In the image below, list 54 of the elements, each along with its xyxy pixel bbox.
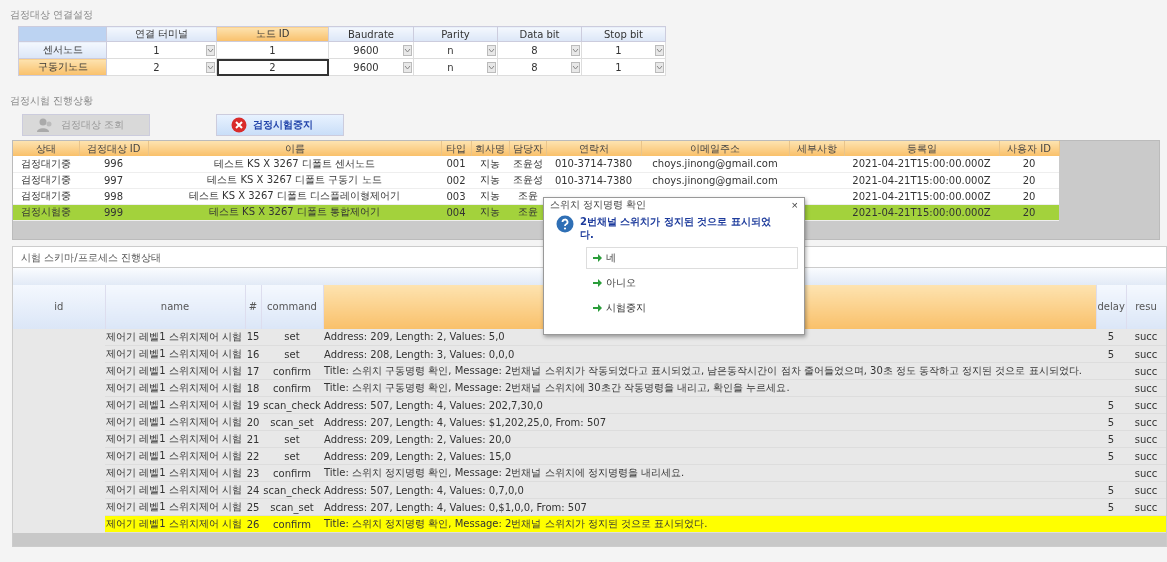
section-title: 검정시험 진행상황 xyxy=(9,94,95,108)
column-header: 타입 xyxy=(441,141,471,156)
column-header[interactable]: 노드 ID xyxy=(216,26,329,42)
column-header: 검정대상 ID xyxy=(79,141,148,156)
column-header: 등록일 xyxy=(844,141,999,156)
column-header: 세부사항 xyxy=(789,141,844,156)
table-cell: choys.jinong@gmail.com xyxy=(641,156,789,172)
column-header: id xyxy=(13,284,105,329)
caret-icon xyxy=(572,64,579,70)
caret-icon xyxy=(656,47,663,53)
column-header[interactable]: Parity xyxy=(413,26,498,42)
question-icon xyxy=(556,215,574,233)
column-header: 상태 xyxy=(13,141,79,156)
close-button[interactable]: × xyxy=(791,199,798,211)
table-cell: 조윤성 xyxy=(509,156,546,172)
column-header: 사용자 ID xyxy=(999,141,1059,156)
column-header[interactable]: Baudrate xyxy=(328,26,414,42)
table-cell: 검정대기중 xyxy=(13,156,79,172)
column-header: command xyxy=(261,284,323,329)
dialog-message: 2번채널 스위치가 정지된 것으로 표시되었다. xyxy=(580,215,772,241)
caret-icon xyxy=(404,64,411,70)
arrow-icon xyxy=(593,279,602,287)
table-cell: 001 xyxy=(441,156,471,172)
caret-icon xyxy=(572,47,579,53)
caret-icon xyxy=(207,47,214,53)
table-cell: 지농 xyxy=(471,156,509,172)
column-header[interactable]: Stop bit xyxy=(581,26,666,42)
table-cell: 2021-04-21T15:00:00.000Z xyxy=(844,156,999,172)
column-header: 이름 xyxy=(148,141,441,156)
column-header[interactable]: Data bit xyxy=(497,26,582,42)
table-cell: 010-3714-7380 xyxy=(546,156,641,172)
option-button[interactable]: 네 xyxy=(586,247,798,269)
column-header: 담당자 xyxy=(509,141,546,156)
column-header: 연락처 xyxy=(546,141,641,156)
table-cell: 테스트 KS X 3267 디폴트 센서노드 xyxy=(148,156,441,172)
section-title: 검정대상 연결설정 xyxy=(9,8,95,22)
arrow-icon xyxy=(593,304,602,312)
table-cell: 20 xyxy=(999,156,1059,172)
column-header: 회사명 xyxy=(471,141,509,156)
column-header[interactable]: 연결 터미널 xyxy=(106,26,217,42)
table-cell: 996 xyxy=(79,156,148,172)
close-icon xyxy=(231,117,247,133)
caret-icon xyxy=(404,47,411,53)
column-header: resu xyxy=(1126,284,1166,329)
column-header: 이메일주소 xyxy=(641,141,789,156)
column-header: name xyxy=(105,284,245,329)
section-title: 시험 스키마/프로세스 진행상태 xyxy=(20,250,162,265)
caret-icon xyxy=(488,47,495,53)
caret-icon xyxy=(488,64,495,70)
arrow-icon xyxy=(593,254,602,262)
dialog-title: 스위치 정지명령 확인 xyxy=(550,198,647,212)
caret-icon xyxy=(207,64,214,70)
caret-icon xyxy=(656,64,663,70)
stop-button[interactable]: 검정시험중지 xyxy=(216,114,344,136)
